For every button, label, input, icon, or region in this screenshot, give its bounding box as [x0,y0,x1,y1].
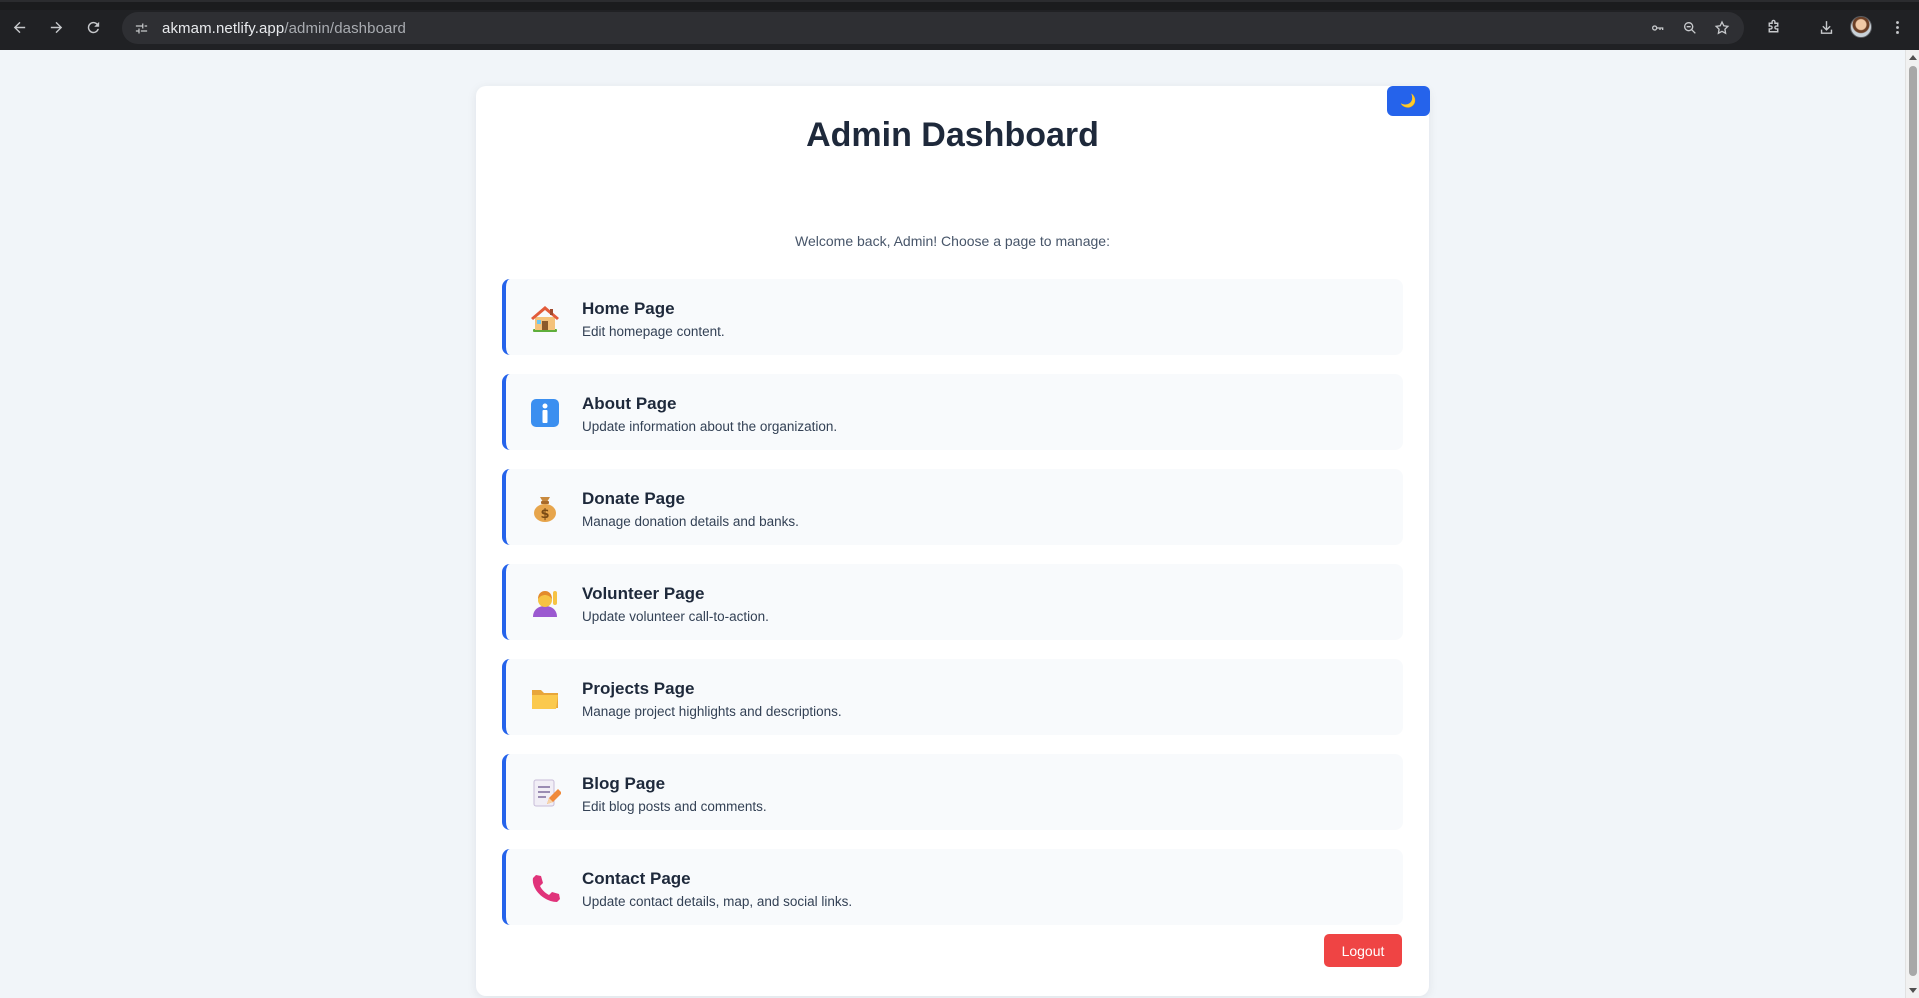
download-icon [1820,20,1832,34]
arrow-right-icon [50,21,62,33]
arrow-left-icon [13,21,25,33]
list-item-about-page[interactable]: About Page Update information about the … [502,374,1403,450]
logout-button[interactable]: Logout [1324,934,1402,967]
list-item-description: Edit blog posts and comments. [582,799,767,814]
list-item-contact-page[interactable]: Contact Page Update contact details, map… [502,849,1403,925]
folder-icon [528,681,562,715]
raising-hand-icon [528,586,562,620]
scroll-up-arrow[interactable] [1909,55,1917,60]
url-host: akmam.netlify.app [162,19,285,37]
tab-strip [0,2,1919,10]
list-item-blog-page[interactable]: Blog Page Edit blog posts and comments. [502,754,1403,830]
page-list: Home Page Edit homepage content. About P… [502,279,1403,944]
list-item-donate-page[interactable]: $ Donate Page Manage donation details an… [502,469,1403,545]
browser-toolbar: akmam.netlify.app/admin/dashboard [0,0,1919,50]
list-item-projects-page[interactable]: Projects Page Manage project highlights … [502,659,1403,735]
list-item-description: Update volunteer call-to-action. [582,609,769,624]
reload-button[interactable] [82,16,104,38]
list-item-label: Donate Page [582,489,685,508]
zoom-icon [1684,22,1696,34]
forward-button[interactable] [45,16,67,38]
list-item-label: Projects Page [582,679,695,698]
scroll-down-arrow[interactable] [1909,988,1917,993]
list-item-label: About Page [582,394,677,413]
list-item-volunteer-page[interactable]: Volunteer Page Update volunteer call-to-… [502,564,1403,640]
url-text[interactable]: akmam.netlify.app/admin/dashboard [162,20,406,37]
list-item-home-page[interactable]: Home Page Edit homepage content. [502,279,1403,355]
site-info-button[interactable] [128,15,154,41]
scrollbar-thumb[interactable] [1909,66,1917,976]
profile-avatar[interactable] [1850,16,1872,38]
memo-icon [528,776,562,810]
bookmark-button[interactable] [1712,18,1732,38]
zoom-button[interactable] [1680,18,1700,38]
reload-icon [87,21,99,33]
more-vertical-icon [1895,20,1899,34]
list-item-description: Manage project highlights and descriptio… [582,704,842,719]
password-key-button[interactable] [1648,18,1668,38]
list-item-label: Contact Page [582,869,691,888]
moon-icon: 🌙 [1400,93,1417,108]
money-bag-icon: $ [528,491,562,525]
page-title: Admin Dashboard [806,116,1099,154]
back-button[interactable] [8,16,30,38]
svg-text:$: $ [540,507,549,522]
address-bar[interactable]: akmam.netlify.app/admin/dashboard [122,12,1744,44]
welcome-subtitle: Welcome back, Admin! Choose a page to ma… [795,233,1110,249]
list-item-description: Update contact details, map, and social … [582,894,853,909]
extensions-button[interactable] [1762,16,1784,38]
browser-menu-button[interactable] [1886,16,1908,38]
theme-toggle-button[interactable]: 🌙 [1387,86,1430,116]
key-icon [1652,25,1664,31]
list-item-label: Volunteer Page [582,584,705,603]
telephone-icon [528,871,562,905]
list-item-description: Edit homepage content. [582,324,725,339]
page-viewport: 🌙 Admin Dashboard Welcome back, Admin! C… [0,50,1905,998]
downloads-button[interactable] [1815,16,1837,38]
url-path: /admin/dashboard [284,19,406,37]
dashboard-card: 🌙 Admin Dashboard Welcome back, Admin! C… [476,86,1430,996]
list-item-description: Update information about the organizatio… [582,419,838,434]
page-scrollbar[interactable] [1905,50,1919,998]
house-icon [528,301,562,335]
list-item-label: Blog Page [582,774,666,793]
puzzle-icon [1768,19,1778,32]
list-item-label: Home Page [582,299,675,318]
star-icon [1714,20,1730,35]
list-item-description: Manage donation details and banks. [582,514,799,529]
tune-icon [135,23,147,33]
info-icon [528,396,562,430]
